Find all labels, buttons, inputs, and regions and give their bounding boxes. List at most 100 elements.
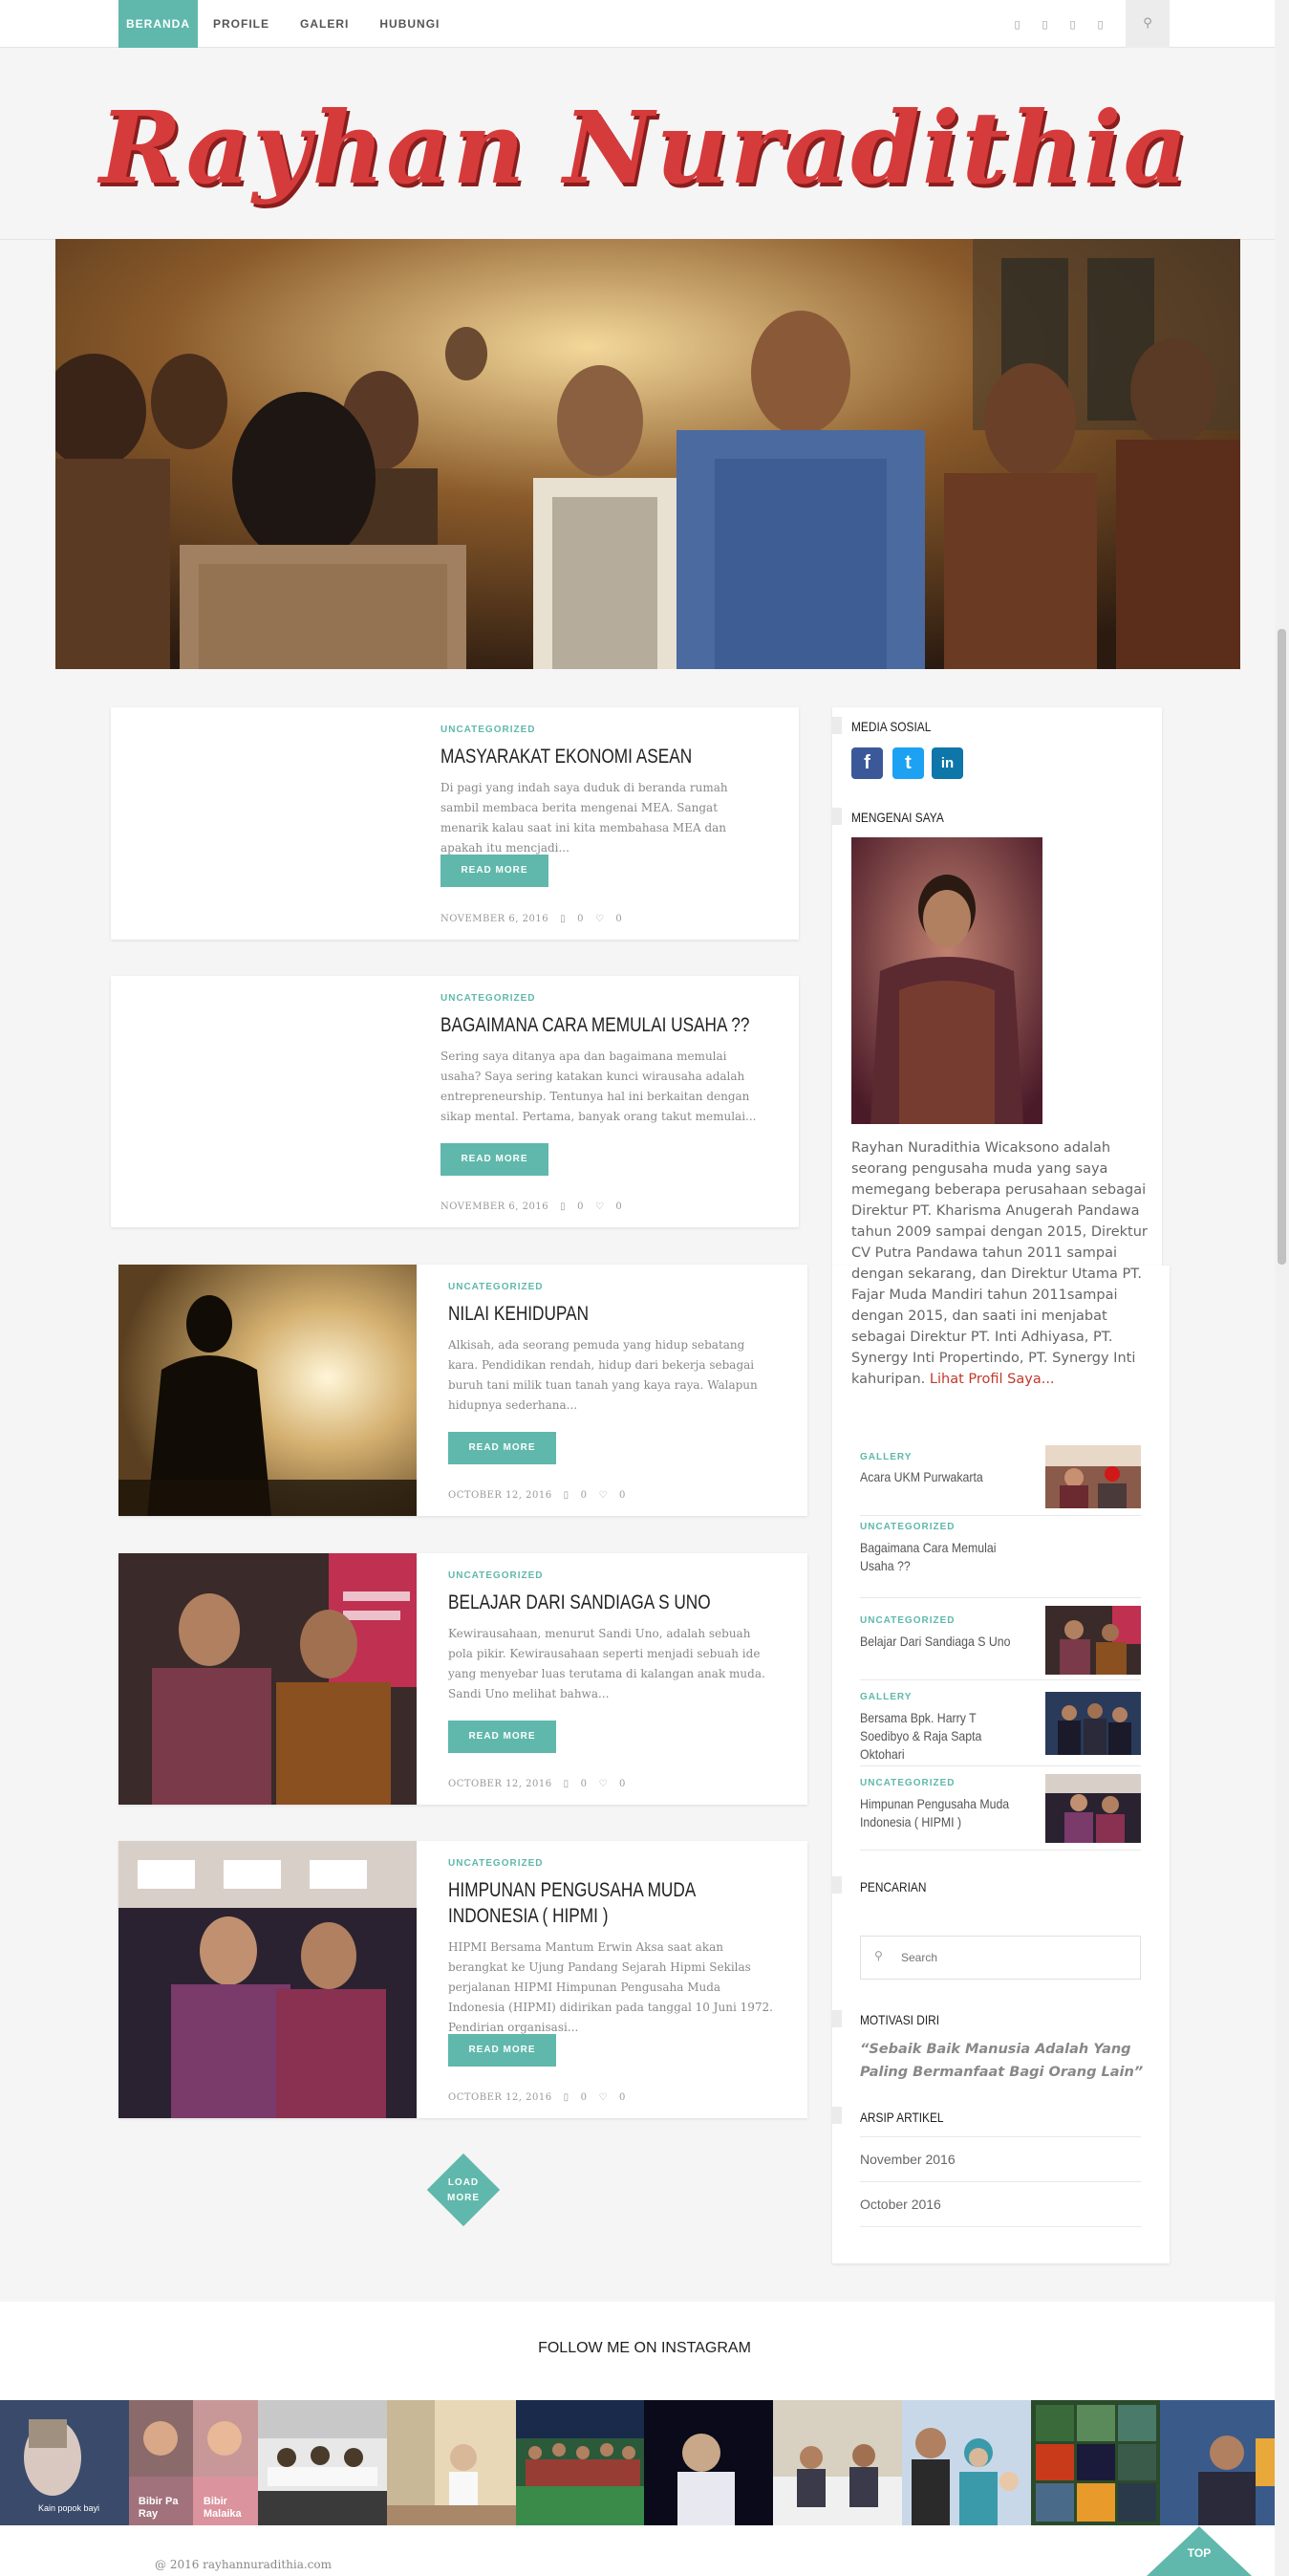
recent-post-thumbnail[interactable] — [1045, 1774, 1141, 1843]
instagram-photo[interactable] — [773, 2400, 903, 2525]
linkedin-button[interactable]: in — [932, 747, 963, 779]
instagram-photo[interactable]: Bibir Pa Ray Bibir Malaika — [128, 2400, 258, 2525]
instagram-photo[interactable] — [1031, 2400, 1161, 2525]
post-category[interactable]: UNCATEGORIZED — [440, 993, 535, 1004]
recent-post-category[interactable]: GALLERY — [860, 1692, 912, 1702]
recent-post-title[interactable]: Acara UKM Purwakarta — [860, 1468, 1020, 1486]
recent-post-thumbnail[interactable] — [1045, 1692, 1141, 1755]
comment-icon: ▯ — [560, 1201, 567, 1212]
recent-post-item[interactable]: GALLERY Acara UKM Purwakarta — [860, 1438, 1141, 1516]
comment-count[interactable]: 0 — [581, 2092, 588, 2103]
profile-link[interactable]: Lihat Profil Saya... — [930, 1372, 1055, 1387]
instagram-caption: Bibir Pa Ray — [138, 2496, 179, 2520]
twitter-button[interactable]: t — [892, 747, 924, 779]
recent-post-title[interactable]: Belajar Dari Sandiaga S Uno — [860, 1633, 1020, 1651]
instagram-photo[interactable] — [902, 2400, 1032, 2525]
post-title[interactable]: BELAJAR DARI SANDIAGA S UNO — [448, 1590, 769, 1615]
post-date: NOVEMBER 6, 2016 — [440, 1201, 549, 1212]
recent-post-thumbnail[interactable] — [1045, 1445, 1141, 1508]
search-icon[interactable]: ⚲ — [1126, 0, 1170, 48]
comment-count[interactable]: 0 — [581, 1779, 588, 1789]
archive-label[interactable]: October 2016 — [860, 2197, 941, 2212]
nav-item-profile[interactable]: PROFILE — [198, 0, 285, 48]
read-more-button[interactable]: READ MORE — [448, 2034, 556, 2067]
recent-post-item[interactable]: UNCATEGORIZED Belajar Dari Sandiaga S Un… — [860, 1598, 1141, 1680]
post-thumbnail[interactable] — [118, 1265, 417, 1516]
recent-post-category[interactable]: UNCATEGORIZED — [860, 1615, 955, 1626]
post-date: OCTOBER 12, 2016 — [448, 1490, 552, 1501]
comment-count[interactable]: 0 — [577, 914, 584, 924]
like-count[interactable]: 0 — [615, 1201, 622, 1212]
page-scrollbar[interactable] — [1275, 0, 1289, 2576]
about-widget-title: MENGENAI SAYA — [851, 810, 944, 825]
motivation-quote: “Sebaik Baik Manusia Adalah Yang Paling … — [860, 2042, 1144, 2080]
scrollbar-thumb[interactable] — [1278, 629, 1286, 1265]
load-more-line2: MORE — [447, 2193, 480, 2203]
read-more-button[interactable]: READ MORE — [448, 1432, 556, 1464]
like-count[interactable]: 0 — [615, 914, 622, 924]
instagram-photo[interactable] — [515, 2400, 645, 2525]
motivation-widget-title: MOTIVASI DIRI — [860, 2012, 940, 2027]
instagram-icon[interactable]: ▯ — [1086, 18, 1114, 31]
search-icon: ⚲ — [874, 1949, 883, 1962]
read-more-button[interactable]: READ MORE — [440, 1143, 548, 1176]
post-category[interactable]: UNCATEGORIZED — [448, 1858, 543, 1869]
facebook-icon[interactable]: ▯ — [1003, 18, 1031, 31]
post-title[interactable]: NILAI KEHIDUPAN — [448, 1301, 769, 1327]
hero-photo-illustration — [55, 239, 1240, 669]
instagram-feed: Kain popok bayi Bibir Pa Ray Bibir Malai… — [0, 2400, 1289, 2525]
recent-post-title[interactable]: Himpunan Pengusaha Muda Indonesia ( HIPM… — [860, 1795, 1020, 1831]
nav-item-beranda[interactable]: BERANDA — [118, 0, 198, 48]
recent-post-item[interactable]: UNCATEGORIZED Bagaimana Cara Memulai Usa… — [860, 1516, 1141, 1598]
instagram-photo[interactable] — [386, 2400, 516, 2525]
post-category[interactable]: UNCATEGORIZED — [440, 725, 535, 735]
about-text: Rayhan Nuradithia Wicaksono adalah seora… — [851, 1137, 1148, 1390]
instagram-photo[interactable] — [644, 2400, 774, 2525]
facebook-button[interactable]: f — [851, 747, 883, 779]
like-icon: ♡ — [594, 1201, 605, 1212]
widget-marker — [832, 2010, 842, 2027]
like-count[interactable]: 0 — [619, 1490, 626, 1501]
archive-link[interactable]: October 2016 — [860, 2182, 1141, 2227]
comment-count[interactable]: 0 — [577, 1201, 584, 1212]
nav-item-galeri[interactable]: GALERI — [285, 0, 364, 48]
back-to-top-label[interactable]: TOP — [1147, 2546, 1252, 2560]
like-icon: ♡ — [598, 1490, 608, 1501]
recent-post-title[interactable]: Bagaimana Cara Memulai Usaha ?? — [860, 1539, 1020, 1575]
post-title[interactable]: MASYARAKAT EKONOMI ASEAN — [440, 744, 762, 769]
post-date: NOVEMBER 6, 2016 — [440, 914, 549, 924]
recent-post-title[interactable]: Bersama Bpk. Harry T Soedibyo & Raja Sap… — [860, 1709, 1020, 1764]
recent-post-item[interactable]: UNCATEGORIZED Himpunan Pengusaha Muda In… — [860, 1766, 1141, 1851]
instagram-photo[interactable] — [257, 2400, 387, 2525]
site-title: Rayhan Nuradithia — [98, 89, 1191, 206]
recent-post-category[interactable]: UNCATEGORIZED — [860, 1778, 955, 1788]
instagram-caption: Kain popok bayi — [38, 2503, 100, 2513]
site-logo[interactable]: Rayhan Nuradithia — [0, 76, 1289, 220]
load-more-label[interactable]: LOAD MORE — [427, 2176, 500, 2206]
search-input[interactable] — [901, 1937, 1130, 1979]
post-title[interactable]: BAGAIMANA CARA MEMULAI USAHA ?? — [440, 1012, 762, 1038]
post-title[interactable]: HIMPUNAN PENGUSAHA MUDA INDONESIA ( HIPM… — [448, 1877, 769, 1929]
post-thumbnail[interactable] — [118, 1553, 417, 1805]
archive-link[interactable]: November 2016 — [860, 2137, 1141, 2182]
recent-post-thumbnail[interactable] — [1045, 1606, 1141, 1675]
twitter-icon[interactable]: ▯ — [1031, 18, 1059, 31]
read-more-button[interactable]: READ MORE — [448, 1721, 556, 1753]
post-card: UNCATEGORIZED HIMPUNAN PENGUSAHA MUDA IN… — [118, 1841, 807, 2118]
instagram-photo[interactable]: Kain popok bayi — [0, 2400, 129, 2525]
post-category[interactable]: UNCATEGORIZED — [448, 1570, 543, 1581]
read-more-button[interactable]: READ MORE — [440, 855, 548, 887]
post-category[interactable]: UNCATEGORIZED — [448, 1282, 543, 1292]
comment-count[interactable]: 0 — [581, 1490, 588, 1501]
like-icon: ♡ — [598, 2092, 608, 2103]
recent-post-item[interactable]: GALLERY Bersama Bpk. Harry T Soedibyo & … — [860, 1680, 1141, 1766]
nav-item-hubungi[interactable]: HUBUNGI — [364, 0, 455, 48]
instagram-photo[interactable] — [1160, 2400, 1289, 2525]
linkedin-icon[interactable]: ▯ — [1059, 18, 1086, 31]
like-count[interactable]: 0 — [619, 1779, 626, 1789]
post-thumbnail[interactable] — [118, 1841, 417, 2118]
like-count[interactable]: 0 — [619, 2092, 626, 2103]
archive-label[interactable]: November 2016 — [860, 2152, 956, 2167]
recent-post-category[interactable]: GALLERY — [860, 1452, 912, 1462]
recent-post-category[interactable]: UNCATEGORIZED — [860, 1522, 955, 1532]
